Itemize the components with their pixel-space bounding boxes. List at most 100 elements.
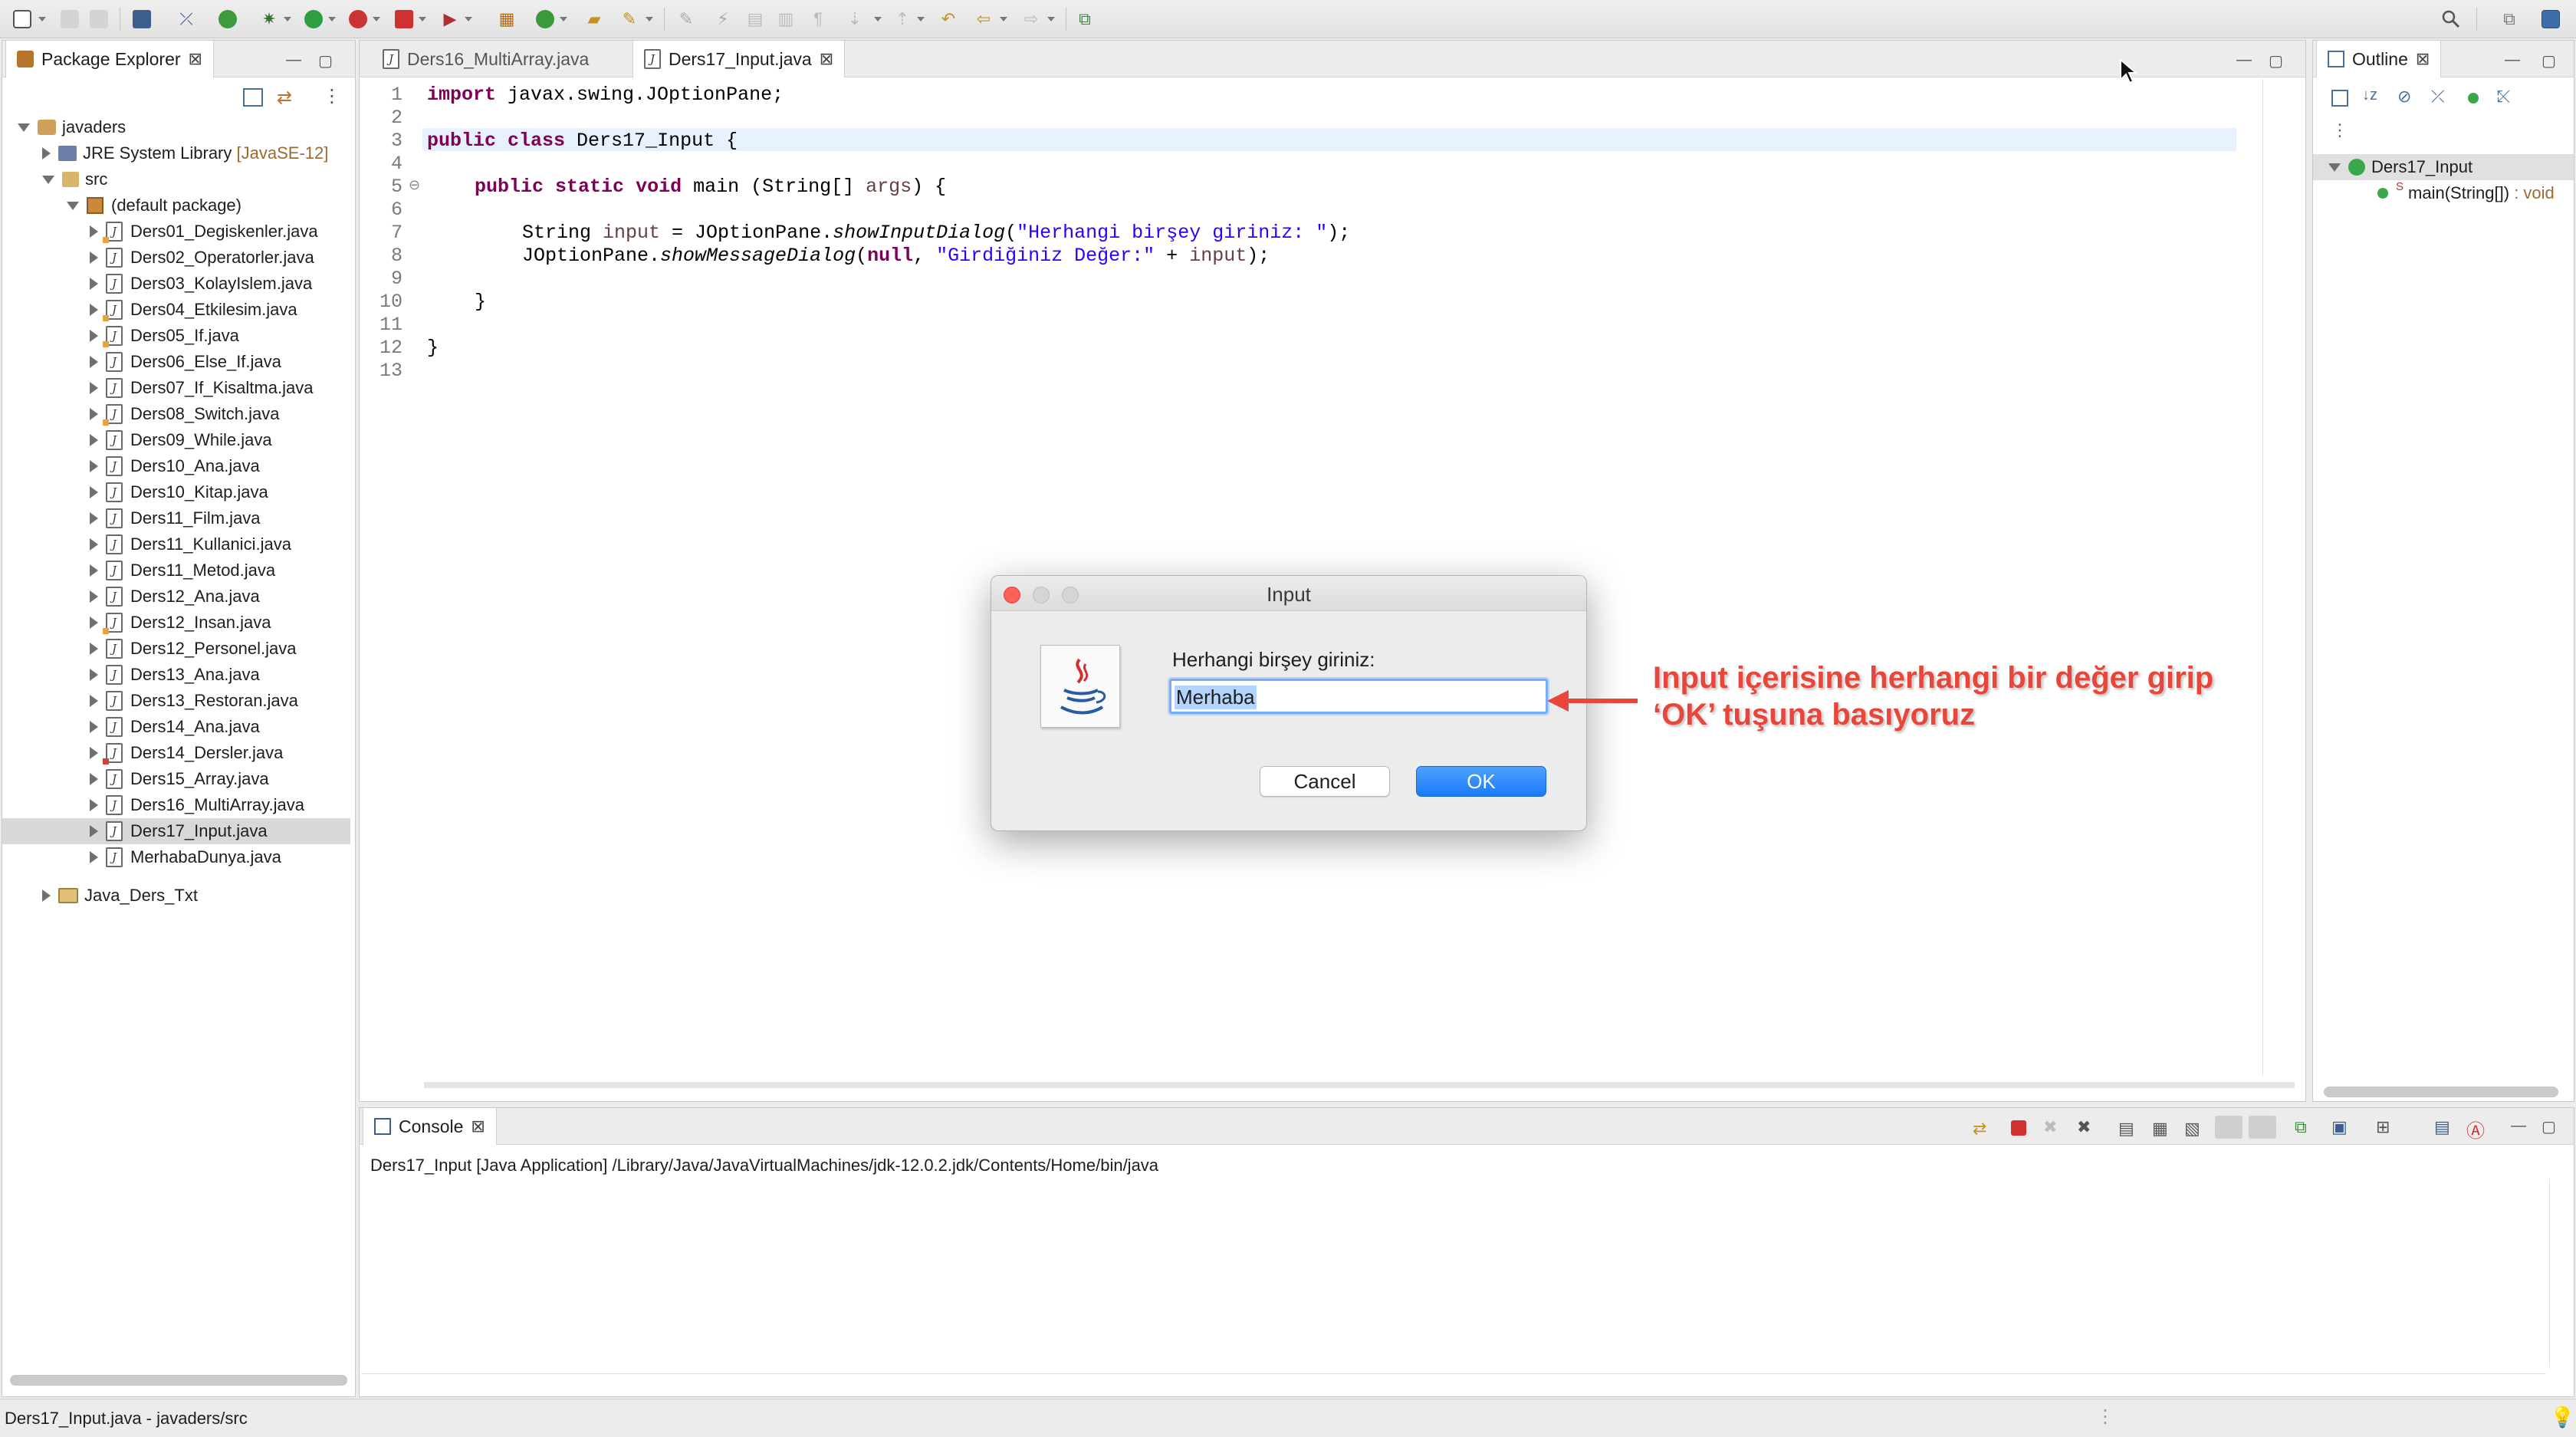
view-menu-icon[interactable]: ⋮ [2331,120,2348,140]
expand-arrow-icon[interactable] [90,330,98,342]
maximize-icon[interactable]: ▢ [318,51,333,71]
outline-horizontal-scrollbar[interactable] [2324,1087,2558,1097]
tree-project-java-ders-txt[interactable]: Java_Ders_Txt [42,883,198,909]
expand-arrow-icon[interactable] [90,669,98,681]
annotation-icon[interactable]: ✎ [675,8,698,31]
editor-horizontal-scrollbar[interactable] [424,1082,2295,1088]
scroll-lock-icon[interactable]: ▦ [2152,1119,2168,1139]
tree-file-10[interactable]: J Ders10_Kitap.java [90,479,268,505]
tree-file-6[interactable]: J Ders07_If_Kisaltma.java [90,375,313,401]
tree-jre-library[interactable]: JRE System Library [JavaSE-12] [42,140,328,166]
tree-file-9[interactable]: J Ders10_Ana.java [90,453,260,479]
save-icon[interactable] [58,8,81,31]
open-perspective-icon[interactable]: ⧉ [1073,8,1096,31]
search-icon-toolbar[interactable]: ✎ [618,8,641,31]
run-icon[interactable] [302,8,325,31]
fold-marker-icon[interactable]: ⊖ [409,177,420,193]
minimize-icon[interactable]: — [2511,1117,2526,1135]
expand-arrow-icon[interactable] [90,590,98,603]
tree-file-18[interactable]: J Ders13_Restoran.java [90,688,298,714]
new-icon[interactable] [11,8,34,31]
console-output-area[interactable] [361,1179,2546,1367]
stop-icon[interactable] [393,8,416,31]
tree-project-javaders[interactable]: javaders [18,114,126,140]
outline-method[interactable]: S main(String[]) : void [2377,180,2555,206]
expand-arrow-icon[interactable] [90,825,98,837]
tree-file-24[interactable]: J MerhabaDunya.java [90,844,281,870]
java-perspective-icon[interactable] [2539,8,2562,31]
next-annotation-icon[interactable]: ⚡ [711,8,734,31]
tree-file-16[interactable]: J Ders12_Personel.java [90,636,296,662]
debug-console-icon[interactable]: ▤ [2434,1117,2450,1137]
tab-console[interactable]: Console ⊠ [363,1108,497,1145]
tree-file-1[interactable]: J Ders02_Operatorler.java [90,245,314,271]
tree-file-12[interactable]: J Ders11_Kullanici.java [90,531,291,557]
last-edit-icon[interactable]: ↶ [937,8,960,31]
ant-icon[interactable]: Ⓐ [2466,1116,2485,1143]
open-type-icon[interactable]: ▰ [583,8,606,31]
tree-file-3[interactable]: J Ders04_Etkilesim.java [90,297,297,323]
code-line-5[interactable]: public static void main (String[] args) … [475,176,946,199]
ok-button[interactable]: OK [1416,766,1546,797]
forward-icon[interactable]: ⇨ [1020,8,1043,31]
tab-outline[interactable]: Outline ⊠ [2316,41,2442,77]
tree-file-14[interactable]: J Ders12_Ana.java [90,584,260,610]
tree-src[interactable]: src [42,166,107,192]
tree-file-17[interactable]: J Ders13_Ana.java [90,662,260,688]
expand-arrow-icon[interactable] [90,747,98,759]
tree-file-21[interactable]: J Ders15_Array.java [90,766,269,792]
expand-arrow-icon[interactable] [90,408,98,420]
outline-class[interactable]: Ders17_Input [2328,154,2472,180]
tree-file-11[interactable]: J Ders11_Film.java [90,505,261,531]
remove-launch-icon[interactable]: ⇄ [1973,1119,1986,1139]
coverage-icon[interactable] [347,8,370,31]
code-line-1[interactable]: import javax.swing.JOptionPane; [427,84,784,107]
expand-arrow-icon[interactable] [90,252,98,264]
hide-local-types-icon[interactable]: ⤪ [2497,87,2511,107]
open-perspective-button-icon[interactable]: ⧉ [2498,8,2521,31]
sort-icon[interactable]: ↓z [2362,87,2377,104]
remove-icon[interactable]: ✖ [2043,1117,2057,1137]
minimize-icon[interactable]: — [2505,51,2520,69]
tree-file-13[interactable]: J Ders11_Metod.java [90,557,275,584]
link-with-editor-icon[interactable]: ⇄ [277,87,292,109]
expand-arrow-icon[interactable] [90,356,98,368]
new-class-icon[interactable] [534,8,557,31]
expand-arrow-icon[interactable] [90,512,98,524]
expand-arrow-icon[interactable] [90,382,98,394]
code-line-3[interactable]: public class Ders17_Input { [427,130,738,153]
terminate-icon[interactable] [2011,1120,2026,1136]
lightbulb-icon[interactable]: 💡 [2550,1406,2574,1429]
code-line-7[interactable]: String input = JOptionPane.showInputDial… [522,222,1350,245]
hide-static-icon[interactable]: ⤫ [2431,87,2445,107]
prev-edit-icon[interactable]: ▤ [744,8,767,31]
horizontal-scrollbar[interactable] [10,1375,347,1386]
pin-editor-icon[interactable]: ▥ [774,8,797,31]
console-vertical-scrollbar[interactable] [2549,1179,2550,1367]
show-on-stderr-icon[interactable] [2249,1116,2276,1139]
expand-arrow-icon[interactable] [90,773,98,785]
minimize-icon[interactable]: — [2236,51,2252,69]
tree-file-2[interactable]: J Ders03_KolayIslem.java [90,271,312,297]
expand-arrow-icon[interactable] [90,434,98,446]
maximize-icon[interactable]: ▢ [2269,51,2283,71]
open-console-icon[interactable]: ⊞ [2376,1117,2390,1137]
tree-file-7[interactable]: J Ders08_Switch.java [90,401,279,427]
hide-nonpublic-icon[interactable] [2468,93,2479,104]
tree-file-8[interactable]: J Ders09_While.java [90,427,272,453]
external-tools-icon[interactable]: ▶ [439,8,462,31]
dialog-titlebar[interactable]: Input [991,576,1586,611]
tree-file-20[interactable]: J Ders14_Dersler.java [90,740,283,766]
tree-file-15[interactable]: J Ders12_Insan.java [90,610,271,636]
code-line-12[interactable]: } [427,337,439,360]
collapse-all-icon[interactable] [2331,90,2348,107]
prev-annotation-icon[interactable]: ⇡ [891,8,914,31]
remove-all-icon[interactable]: ✖ [2077,1117,2091,1137]
expand-arrow-icon[interactable] [90,851,98,863]
expand-arrow-icon[interactable] [90,460,98,472]
tab-package-explorer[interactable]: Package Explorer ⊠ [5,41,214,77]
cancel-button[interactable]: Cancel [1260,766,1390,797]
clear-console-icon[interactable]: ▤ [2118,1119,2134,1139]
new-java-package-icon[interactable]: ▦ [495,8,518,31]
maximize-icon[interactable]: ▢ [2542,1117,2556,1136]
